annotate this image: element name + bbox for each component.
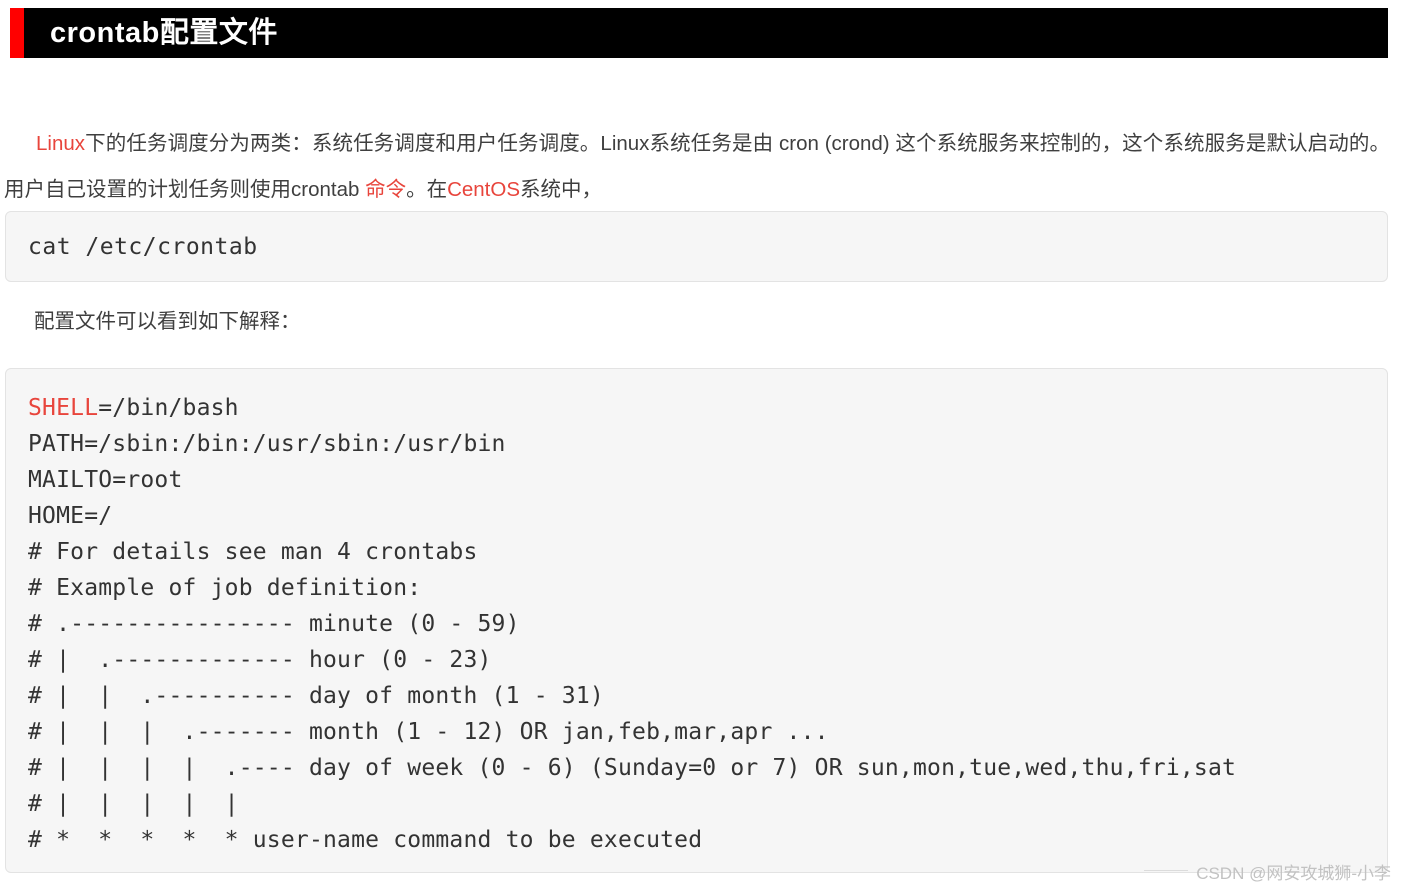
config-line-text: # | | .---------- day of month (1 - 31) bbox=[28, 683, 604, 709]
csdn-watermark: CSDN @网安攻城狮-小李 bbox=[1144, 859, 1391, 884]
config-code-block: SHELL=/bin/bash PATH=/sbin:/bin:/usr/sbin… bbox=[5, 368, 1388, 873]
intro-highlight-term: CentOS bbox=[447, 177, 520, 201]
config-line-text: =/bin/bash bbox=[98, 395, 239, 421]
config-line: # | | .---------- day of month (1 - 31) bbox=[28, 678, 1387, 714]
intro-text-run: 下的任务调度分为两类：系统任务调度和用户任务调度。Linux系统任务是由 cro… bbox=[4, 131, 1390, 201]
intro-text-run: 系统中， bbox=[520, 177, 602, 201]
config-line: # | | | .------- month (1 - 12) OR jan,f… bbox=[28, 714, 1387, 750]
note-text: 配置文件可以看到如下解释： bbox=[34, 310, 301, 333]
config-line-text: # | | | | | bbox=[28, 791, 239, 817]
config-line-text: HOME=/ bbox=[28, 503, 113, 529]
config-keyword: SHELL bbox=[28, 395, 99, 421]
config-line: # Example of job definition: bbox=[28, 570, 1387, 606]
config-line: # For details see man 4 crontabs bbox=[28, 534, 1387, 570]
intro-text-run: 。在 bbox=[406, 177, 448, 201]
config-line-text: # .---------------- minute (0 - 59) bbox=[28, 611, 520, 637]
config-line: # | .------------- hour (0 - 23) bbox=[28, 642, 1387, 678]
config-line: # .---------------- minute (0 - 59) bbox=[28, 606, 1387, 642]
config-line-text: PATH=/sbin:/bin:/usr/sbin:/usr/bin bbox=[28, 431, 506, 457]
intro-highlight-term: Linux bbox=[36, 131, 86, 155]
config-line: # | | | | .---- day of week (0 - 6) (Sun… bbox=[28, 750, 1387, 786]
config-line: # * * * * * user-name command to be exec… bbox=[28, 822, 1387, 858]
intro-highlight-term: 命令 bbox=[365, 177, 407, 201]
config-line-text: # | | | .------- month (1 - 12) OR jan,f… bbox=[28, 719, 829, 745]
command-code-block: cat /etc/crontab bbox=[5, 211, 1388, 282]
page-header-banner: crontab配置文件 bbox=[10, 8, 1388, 58]
config-line-text: # | | | | .---- day of week (0 - 6) (Sun… bbox=[28, 755, 1237, 781]
config-line: MAILTO=root bbox=[28, 462, 1387, 498]
page-title: crontab配置文件 bbox=[50, 17, 278, 49]
config-line-text: # For details see man 4 crontabs bbox=[28, 539, 478, 565]
config-line-text: MAILTO=root bbox=[28, 467, 183, 493]
header-accent-bar bbox=[10, 8, 24, 58]
config-line-text: # | .------------- hour (0 - 23) bbox=[28, 647, 492, 673]
config-line-text: # * * * * * user-name command to be exec… bbox=[28, 827, 703, 853]
config-line: # | | | | | bbox=[28, 786, 1387, 822]
config-line: HOME=/ bbox=[28, 498, 1387, 534]
command-text: cat /etc/crontab bbox=[28, 234, 258, 260]
intro-paragraph: Linux下的任务调度分为两类：系统任务调度和用户任务调度。Linux系统任务是… bbox=[4, 121, 1390, 213]
config-line-text: # Example of job definition: bbox=[28, 575, 422, 601]
config-line: SHELL=/bin/bash bbox=[28, 390, 1387, 426]
config-line: PATH=/sbin:/bin:/usr/sbin:/usr/bin bbox=[28, 426, 1387, 462]
